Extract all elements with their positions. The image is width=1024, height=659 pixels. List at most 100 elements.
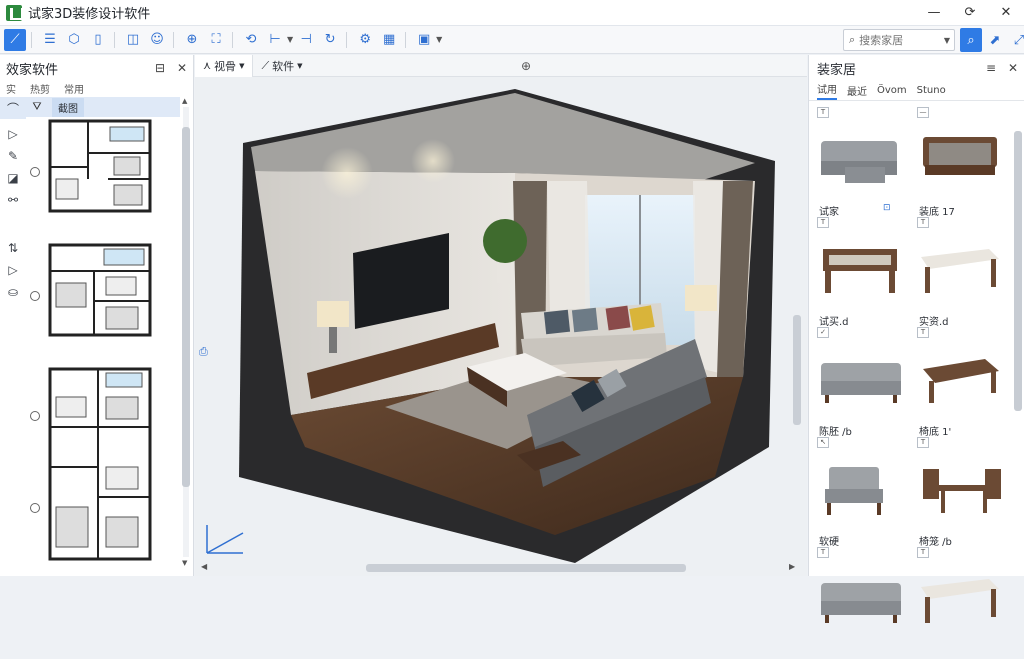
scroll-up-icon[interactable]: ▲ <box>182 97 187 105</box>
search-button-icon[interactable]: ⌕ <box>960 28 982 52</box>
minimize-button[interactable]: — <box>916 0 952 26</box>
tab-1[interactable]: 最近 <box>847 83 867 98</box>
draw-wall-icon[interactable]: ⟋ <box>4 28 26 51</box>
tag-icon[interactable]: T <box>917 437 929 448</box>
expand-icon[interactable]: ⤢ <box>1008 28 1024 52</box>
tag-icon[interactable]: T <box>817 217 829 228</box>
furniture-item[interactable]: T 试买.d <box>815 217 911 329</box>
axis-gizmo-icon <box>206 525 244 554</box>
list-item[interactable] <box>26 119 180 241</box>
panel-subbar: ⛛ 截图 <box>26 97 180 117</box>
furniture-thumbnail <box>915 341 1007 414</box>
measure-icon[interactable]: ⊢ <box>264 29 286 51</box>
fit-icon[interactable]: ⛶ <box>205 29 227 51</box>
panel-title: 装家居 <box>817 62 857 78</box>
furniture-item[interactable]: T 椅笼 /b <box>915 437 1011 549</box>
tag-icon[interactable]: ↖ <box>817 437 829 448</box>
search-input[interactable] <box>859 33 932 47</box>
tab-1[interactable]: 热剪 <box>30 81 50 96</box>
furniture-item[interactable]: ↖ 软硬 <box>815 437 911 549</box>
3d-viewport[interactable]: ⋏ 视骨 ▼ ⟋ 软件 ▼ ⊕ ⎙ ◀ ▶ <box>195 55 807 576</box>
line-tool-icon[interactable]: ⌒ <box>0 97 26 119</box>
furniture-item[interactable]: T 实资.d <box>915 217 1011 329</box>
tab-2[interactable]: Övom <box>877 85 907 96</box>
paint-tool-icon[interactable]: ◪ <box>0 167 26 189</box>
furniture-item[interactable]: T <box>915 547 1011 659</box>
tab-view[interactable]: ⋏ 视骨 ▼ <box>195 55 254 77</box>
furniture-label: 试买.d <box>819 317 849 328</box>
tab-software[interactable]: ⟋ 软件 ▼ <box>253 55 310 77</box>
settings-icon[interactable]: ⚙ <box>354 29 376 51</box>
layout-icon[interactable]: ▣ <box>413 29 435 51</box>
list-item[interactable] <box>26 243 180 365</box>
user-icon[interactable]: ☺ <box>146 29 168 51</box>
close-panel-icon[interactable]: ✕ <box>1002 61 1024 75</box>
wall-list-icon[interactable]: ☰ <box>39 29 61 51</box>
scroll-down-icon[interactable]: ▼ <box>182 559 187 567</box>
panel-scrollbar[interactable] <box>1013 107 1023 573</box>
radio-button[interactable] <box>30 503 40 513</box>
close-button[interactable]: ✕ <box>988 0 1024 26</box>
bucket-tool-icon[interactable]: ⛀ <box>0 281 26 303</box>
window-icon[interactable]: ◫ <box>122 29 144 51</box>
scrollbar-thumb[interactable] <box>1014 131 1022 411</box>
zoom-icon[interactable]: ⊕ <box>181 29 203 51</box>
scrollbar-thumb[interactable] <box>366 564 686 572</box>
furniture-thumbnail <box>915 451 1007 524</box>
shape-icon[interactable]: ⬡ <box>63 29 85 51</box>
rotate-icon[interactable]: ↻ <box>319 29 341 51</box>
list-item[interactable] <box>26 367 180 563</box>
scrollbar-thumb[interactable] <box>182 127 190 487</box>
tab-0[interactable]: 实 <box>6 81 16 96</box>
tag-icon[interactable]: T <box>817 107 829 118</box>
tag-icon[interactable]: ✓ <box>817 327 829 338</box>
furniture-item[interactable]: — 装底 17 <box>915 107 1011 219</box>
align-icon[interactable]: ⊣ <box>295 29 317 51</box>
tab-3[interactable]: Stuno <box>917 85 946 96</box>
radio-button[interactable] <box>30 411 40 421</box>
scroll-left-icon[interactable]: ◀ <box>201 562 207 571</box>
radio-button[interactable] <box>30 291 40 301</box>
chevron-down-icon[interactable]: ▼ <box>436 35 442 44</box>
pen-tool-icon[interactable]: ✎ <box>0 145 26 167</box>
grid-icon[interactable]: ▦ <box>378 29 400 51</box>
search-box[interactable]: ⌕ ▼ <box>843 29 955 51</box>
chevron-down-icon[interactable]: ▼ <box>287 35 293 44</box>
tag-icon[interactable]: T <box>917 217 929 228</box>
badge-icon[interactable]: ⊡ <box>883 203 891 213</box>
furniture-item[interactable]: T 椅底 1' <box>915 327 1011 439</box>
tab-2[interactable]: 常用 <box>64 81 84 96</box>
furniture-label: 椅底 1' <box>919 427 952 438</box>
scroll-right-icon[interactable]: ▶ <box>789 562 795 571</box>
pin-icon[interactable]: ⊟ <box>149 61 171 75</box>
filter-icon[interactable]: ⛛ <box>26 100 48 114</box>
furniture-item[interactable]: T 试家 ⊡ <box>815 107 911 219</box>
stairs-tool-icon[interactable]: ⇅ <box>0 237 26 259</box>
radio-button[interactable] <box>30 167 40 177</box>
chevron-down-icon: ▼ <box>239 61 245 70</box>
play-tool-icon[interactable]: ▷ <box>0 259 26 281</box>
pointer-tool-icon[interactable]: ▷ <box>0 123 26 145</box>
viewport-hscroll[interactable]: ◀ ▶ <box>201 562 797 573</box>
chevron-down-icon[interactable]: ▼ <box>944 36 950 45</box>
share-icon[interactable]: ⬈ <box>984 28 1006 52</box>
toolbar-right-group: ⌕ ⬈ ⤢ <box>958 28 1024 52</box>
link-tool-icon[interactable]: ⚯ <box>0 189 26 211</box>
furniture-item[interactable]: T <box>815 547 911 659</box>
subbar-label[interactable]: 截图 <box>52 97 84 117</box>
tag-icon[interactable]: T <box>917 547 929 558</box>
tab-0[interactable]: 试用 <box>817 81 837 100</box>
tag-icon[interactable]: — <box>917 107 929 118</box>
zoom-icon[interactable]: ⊕ <box>521 59 531 73</box>
viewport-vscroll-thumb[interactable] <box>793 315 801 425</box>
restore-button[interactable]: ⟳ <box>952 0 988 26</box>
tag-icon[interactable]: T <box>817 547 829 558</box>
panel-scrollbar[interactable]: ▲ ▼ <box>180 97 192 567</box>
menu-icon[interactable]: ≡ <box>980 61 1002 75</box>
tag-icon[interactable]: T <box>917 327 929 338</box>
tab-label: 软件 <box>272 59 295 73</box>
close-panel-icon[interactable]: ✕ <box>171 61 193 75</box>
link-icon[interactable]: ⟲ <box>240 29 262 51</box>
furniture-item[interactable]: ✓ 陈胚 /b <box>815 327 911 439</box>
door-icon[interactable]: ▯ <box>87 29 109 51</box>
